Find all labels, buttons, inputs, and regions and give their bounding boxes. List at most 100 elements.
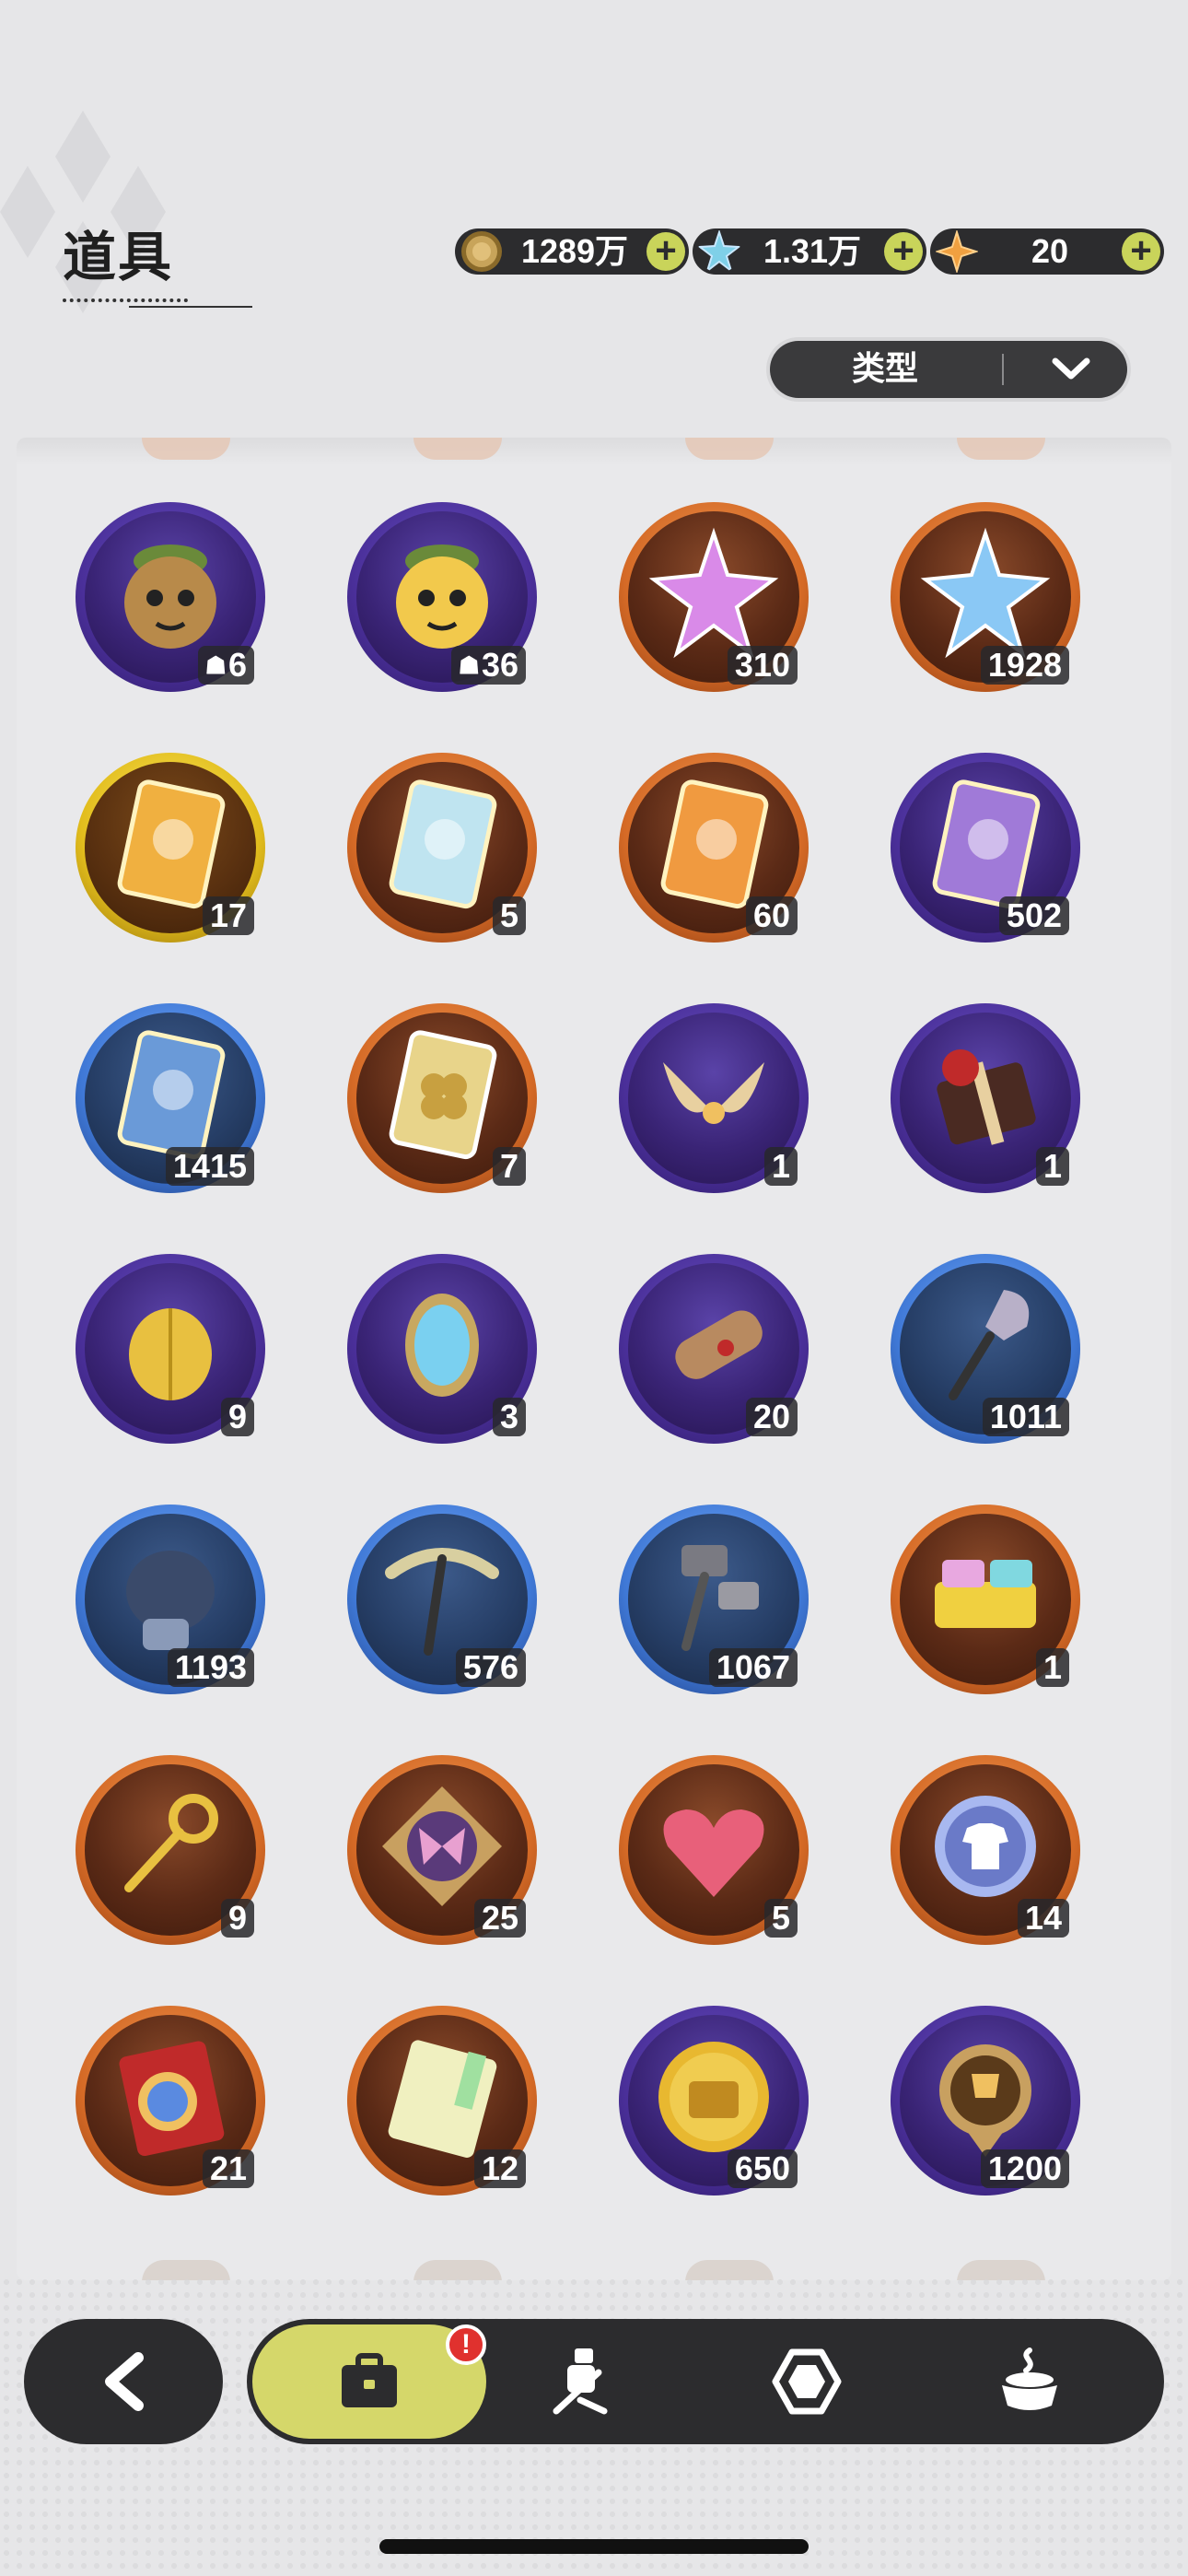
item-count-badge: 1067	[708, 1648, 798, 1687]
purple-character-card-icon	[932, 779, 1041, 909]
inventory-item[interactable]: 650	[619, 2006, 809, 2195]
item-count-badge: 1415	[165, 1147, 254, 1186]
back-button[interactable]	[24, 2319, 223, 2444]
item-count-badge: 650	[727, 2149, 798, 2188]
golden-key-icon	[124, 1794, 218, 1892]
item-count: 5	[771, 1899, 790, 1937]
item-peek	[957, 438, 1045, 460]
magic-mirror-icon	[405, 1294, 479, 1397]
inventory-item[interactable]: 3	[347, 1254, 537, 1444]
inventory-item[interactable]: 1	[891, 1003, 1080, 1193]
inventory-item[interactable]: 14	[891, 1755, 1080, 1945]
item-peek	[142, 438, 230, 460]
inventory-item[interactable]: ☗6	[76, 502, 265, 692]
alert-badge: !	[446, 2324, 486, 2365]
item-count: 9	[227, 1899, 247, 1937]
add-star-button[interactable]: +	[1122, 232, 1160, 271]
scroll-icon	[675, 1310, 763, 1379]
item-count-badge: 25	[473, 1899, 526, 1938]
inventory-item[interactable]: 17	[76, 753, 265, 943]
item-count: 12	[481, 2149, 518, 2187]
item-count: 502	[1006, 896, 1062, 934]
currency-gold: 1289万 +	[455, 228, 689, 275]
inventory-page: 道具 1289万 + 1.31万 + 20 + 类型 ☗6 ☗36 310 19…	[0, 0, 1188, 2576]
inventory-item[interactable]: 310	[619, 502, 809, 692]
inventory-item[interactable]: 1193	[76, 1505, 265, 1694]
golden-horns-icon	[663, 1062, 764, 1124]
item-count: 60	[752, 896, 790, 934]
inventory-item[interactable]: 5	[347, 753, 537, 943]
boxing-glove-icon	[126, 1551, 215, 1650]
chevron-down-icon	[1052, 357, 1090, 380]
type-filter-label: 类型	[851, 350, 918, 388]
item-count-badge: 310	[727, 646, 798, 685]
inventory-item[interactable]: 20	[619, 1254, 809, 1444]
inventory-item[interactable]: 502	[891, 753, 1080, 943]
add-crystal-button[interactable]: +	[884, 232, 923, 271]
inventory-item[interactable]: 1928	[891, 502, 1080, 692]
inventory-item[interactable]: 60	[619, 753, 809, 943]
inventory-item[interactable]: 1011	[891, 1254, 1080, 1444]
crystal-icon	[698, 230, 740, 273]
item-count: 1067	[716, 1648, 790, 1686]
item-count-badge: 1011	[982, 1398, 1069, 1436]
home-indicator	[379, 2539, 809, 2554]
item-count-badge: ☗6	[197, 646, 254, 685]
inventory-item[interactable]: 1200	[891, 2006, 1080, 2195]
gold-amount: 1289万	[520, 232, 629, 270]
inventory-item[interactable]: 12	[347, 2006, 537, 2195]
item-count: 9	[227, 1398, 247, 1435]
crystal-amount: 1.31万	[763, 232, 862, 270]
item-count-badge: 576	[455, 1648, 526, 1687]
page-title: 道具	[63, 214, 252, 308]
item-count-badge: 3	[492, 1398, 526, 1436]
shovel-icon	[949, 1290, 1030, 1400]
item-count-badge: 7	[492, 1147, 526, 1186]
back-arrow-icon	[105, 2352, 144, 2411]
pink-star-crystal-icon	[648, 527, 779, 659]
item-peek	[685, 438, 774, 460]
star-amount: 20	[1031, 232, 1069, 270]
inventory-item[interactable]: 25	[347, 1755, 537, 1945]
inventory-item[interactable]: 9	[76, 1254, 265, 1444]
inventory-item[interactable]: 1	[891, 1505, 1080, 1694]
fighter-icon[interactable]	[543, 2345, 617, 2418]
add-gold-button[interactable]: +	[646, 232, 685, 271]
inventory-item[interactable]: 1067	[619, 1505, 809, 1694]
inventory-item[interactable]: 576	[347, 1505, 537, 1694]
item-count: 3	[499, 1398, 518, 1435]
tab-bag[interactable]: !	[252, 2324, 486, 2439]
wheel-ticket-icon	[119, 2041, 225, 2157]
item-count: 1	[771, 1147, 790, 1185]
gift-box-icon	[937, 1049, 1036, 1145]
filter-divider	[1002, 354, 1004, 385]
item-count: 6	[227, 646, 247, 684]
item-count-badge: 12	[473, 2149, 526, 2188]
item-count: 7	[499, 1147, 518, 1185]
item-count-badge: 1928	[980, 646, 1069, 685]
gem-icon[interactable]	[770, 2345, 844, 2418]
item-peek	[413, 438, 502, 460]
type-filter-dropdown[interactable]: 类型	[770, 341, 1127, 398]
item-count-badge: 20	[745, 1398, 798, 1436]
item-count-badge: 1200	[980, 2149, 1069, 2188]
item-count: 14	[1024, 1899, 1062, 1937]
inventory-item[interactable]: 1415	[76, 1003, 265, 1193]
item-count-badge: 14	[1017, 1899, 1069, 1938]
inventory-item[interactable]: 5	[619, 1755, 809, 1945]
inventory-item[interactable]: 21	[76, 2006, 265, 2195]
trophy-medal-icon	[939, 2044, 1031, 2157]
inventory-item[interactable]: 9	[76, 1755, 265, 1945]
cauldron-icon[interactable]	[993, 2345, 1066, 2418]
golden-character-card-icon	[117, 779, 226, 909]
inventory-item[interactable]: ☗36	[347, 502, 537, 692]
inventory-item[interactable]: 1	[619, 1003, 809, 1193]
gold-coin-icon	[461, 231, 502, 272]
plant-creature-yellow-icon	[396, 544, 488, 649]
items-grid: ☗6 ☗36 310 1928 17 5 60 502 1415 7 1 1 9 3 20 1011 1193 5…	[17, 438, 1171, 2280]
item-count-badge: 1	[763, 1147, 798, 1186]
inventory-item[interactable]: 7	[347, 1003, 537, 1193]
bag-icon	[342, 2353, 397, 2407]
item-count: 1200	[987, 2149, 1062, 2187]
shared-item-icon: ☗	[458, 651, 480, 679]
